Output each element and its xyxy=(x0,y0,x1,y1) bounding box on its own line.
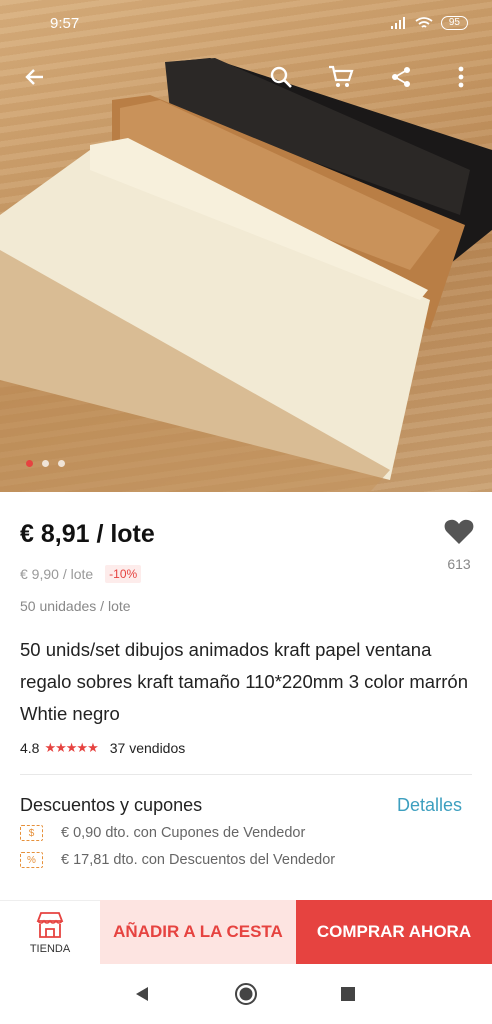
gallery-indicator xyxy=(26,460,65,467)
buy-now-button[interactable]: COMPRAR AHORA xyxy=(296,900,492,964)
product-title: 50 unids/set dibujos animados kraft pape… xyxy=(20,639,468,724)
original-price: € 9,90 / lote xyxy=(20,566,94,582)
favorites-count: 613 xyxy=(447,556,471,572)
coupon-item[interactable]: $ € 0,90 dto. con Cupones de Vendedor xyxy=(20,825,305,841)
status-time: 9:57 xyxy=(50,14,80,32)
more-vert-icon[interactable] xyxy=(446,62,476,92)
nav-back-icon[interactable] xyxy=(130,982,154,1006)
coupon-text: € 0,90 dto. con Cupones de Vendedor xyxy=(61,825,306,841)
coupons-title: Descuentos y cupones xyxy=(20,795,203,815)
status-bar: 9:57 95 xyxy=(0,0,492,46)
system-navigation-bar xyxy=(0,964,492,1024)
top-app-bar xyxy=(0,52,492,102)
rating-row[interactable]: 4.8 ★★★★★ 37 vendidos xyxy=(20,740,185,756)
store-label: TIENDA xyxy=(29,942,71,955)
wifi-icon xyxy=(415,16,433,28)
coupon-item[interactable]: % € 17,81 dto. con Descuentos del Vended… xyxy=(20,852,335,868)
heart-icon[interactable] xyxy=(440,518,478,550)
add-to-cart-button[interactable]: AÑADIR A LA CESTA xyxy=(100,900,296,964)
cart-icon[interactable] xyxy=(326,62,356,92)
bottom-action-bar: TIENDA AÑADIR A LA CESTA COMPRAR AHORA xyxy=(0,900,492,964)
rating-value: 4.8 xyxy=(20,740,40,756)
coupon-percent-icon: % xyxy=(20,852,43,868)
gallery-dot[interactable] xyxy=(26,460,33,467)
share-icon[interactable] xyxy=(386,62,416,92)
nav-home-icon[interactable] xyxy=(234,982,258,1006)
nav-recents-icon[interactable] xyxy=(336,982,360,1006)
units-per-lot: 50 unidades / lote xyxy=(20,598,131,614)
back-arrow-icon[interactable] xyxy=(20,62,50,92)
original-price-row: € 9,90 / lote -10% xyxy=(20,565,142,583)
battery-indicator: 95 xyxy=(440,16,468,30)
coupon-dollar-icon: $ xyxy=(20,825,43,841)
discount-badge: -10% xyxy=(105,565,142,583)
product-price: € 8,91 / lote xyxy=(20,520,155,548)
divider xyxy=(20,774,472,775)
signal-icon xyxy=(390,17,405,29)
sold-count: 37 vendidos xyxy=(109,740,186,756)
gallery-dot[interactable] xyxy=(58,460,65,467)
rating-stars: ★★★★★ xyxy=(44,740,98,755)
coupon-text: € 17,81 dto. con Descuentos del Vendedor xyxy=(61,852,336,868)
details-link[interactable]: Detalles xyxy=(397,795,462,816)
gallery-dot[interactable] xyxy=(42,460,49,467)
store-button[interactable]: TIENDA xyxy=(0,900,100,964)
store-icon xyxy=(36,911,64,938)
search-icon[interactable] xyxy=(266,62,296,92)
